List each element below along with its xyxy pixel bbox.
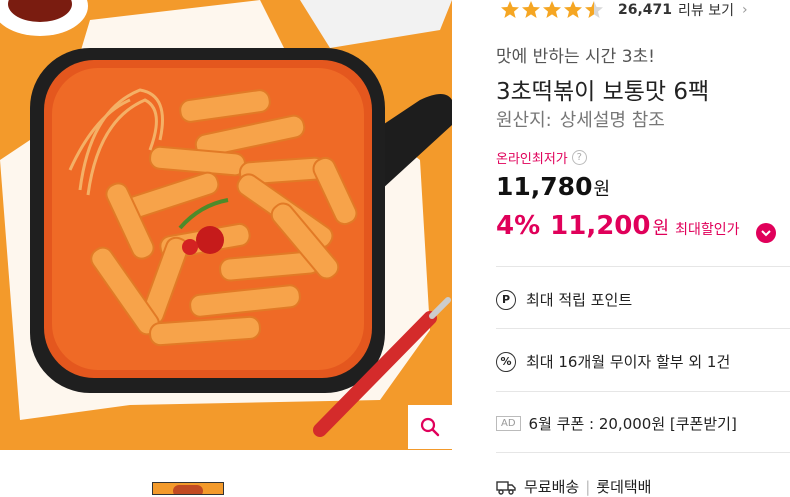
currency: 원 [652, 218, 670, 239]
thumbnail-selected[interactable] [152, 482, 224, 495]
zoom-button[interactable] [408, 405, 452, 449]
origin-label: 원산지: [496, 110, 552, 131]
star-icon [522, 1, 540, 18]
coupon-text[interactable]: 6월 쿠폰 : 20,000원 [쿠폰받기] [529, 413, 737, 434]
star-icon [564, 1, 582, 18]
separator: | [585, 477, 591, 496]
product-image[interactable] [0, 0, 452, 450]
truck-icon [496, 480, 516, 495]
benefit-installment[interactable]: % 최대 16개월 무이자 할부 외 1건 [496, 351, 730, 372]
origin-value: 상세설명 참조 [559, 110, 665, 131]
promo-text: 맛에 반하는 시간 3초! [496, 47, 655, 67]
star-icon [543, 1, 561, 18]
divider [496, 391, 790, 392]
star-half-icon [585, 1, 603, 18]
benefit-installment-text: 최대 16개월 무이자 할부 외 1건 [526, 353, 731, 371]
divider [496, 266, 790, 267]
sale-price-row: 4% 11,200 원 최대할인가 [496, 211, 739, 241]
origin-info: 원산지: 상세설명 참조 [496, 106, 665, 132]
max-discount-button[interactable] [756, 223, 776, 243]
review-count: 26,471 [618, 2, 673, 18]
sale-price: 11,200 [550, 211, 651, 241]
help-icon[interactable]: ? [571, 150, 587, 165]
chevron-down-icon [761, 230, 771, 237]
original-price: 11,780원 [496, 172, 610, 201]
search-icon [420, 417, 440, 437]
divider [496, 452, 790, 453]
benefit-coupon[interactable]: AD 6월 쿠폰 : 20,000원 [쿠폰받기] [496, 413, 737, 434]
free-shipping: 무료배송 [524, 478, 580, 496]
chevron-right-icon[interactable]: › [742, 2, 748, 18]
star-icon [501, 1, 519, 18]
discount-percent: 4% [496, 211, 541, 241]
price-value: 11,780 [496, 172, 593, 201]
product-title: 3초떡볶이 보통맛 6팩 [496, 79, 710, 105]
benefit-points[interactable]: P 최대 적립 포인트 [496, 289, 632, 310]
points-icon: P [496, 289, 516, 310]
max-discount-label[interactable]: 최대할인가 [675, 219, 739, 239]
percent-icon: % [496, 351, 516, 372]
ad-badge: AD [496, 416, 521, 431]
review-link[interactable]: 리뷰 보기 [678, 0, 734, 20]
lowest-price-text: 온라인최저가 [496, 152, 568, 167]
courier-name: 롯데택배 [596, 478, 652, 496]
shipping-info: 무료배송 | 롯데택배 [496, 476, 651, 497]
rating-row: 26,471 리뷰 보기 › [500, 0, 748, 20]
divider [496, 328, 790, 329]
star-rating [500, 0, 608, 20]
benefit-points-text: 최대 적립 포인트 [526, 291, 633, 309]
lowest-price-label: 온라인최저가 ? [496, 148, 587, 167]
currency: 원 [593, 179, 611, 200]
